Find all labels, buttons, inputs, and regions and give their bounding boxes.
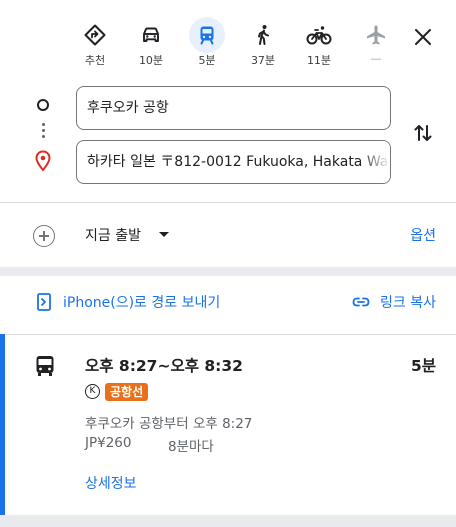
mode-drive[interactable]: 10분 (131, 20, 171, 70)
destination-pin-icon (34, 150, 52, 172)
route-times: 오후 8:27~오후 8:32 (85, 357, 243, 375)
transit-line-badge: 공항선 (105, 383, 149, 401)
send-to-phone-label: iPhone(으)로 경로 보내기 (63, 295, 221, 311)
mode-flight-label: — (370, 52, 382, 65)
departure-info: 후쿠오카 공항부터 오후 8:27 (85, 416, 253, 432)
route-dots-icon (42, 123, 45, 141)
depart-time-selector[interactable]: 지금 출발 (85, 225, 141, 245)
route-diamond-icon (82, 22, 108, 48)
details-link[interactable]: 상세정보 (85, 473, 137, 493)
swap-icon (414, 125, 432, 141)
send-to-phone-icon (37, 293, 51, 311)
mode-flight[interactable]: — (356, 20, 396, 70)
origin-circle-icon (37, 99, 49, 111)
dropdown-caret-icon (159, 232, 169, 237)
fare-text: JP¥260 (85, 435, 132, 451)
selected-route-indicator (0, 334, 5, 515)
mode-bike-label: 11분 (306, 54, 332, 67)
train-icon (194, 22, 220, 48)
frequency-text: 8분마다 (168, 439, 214, 455)
swap-button[interactable] (410, 120, 436, 146)
bike-icon (306, 22, 332, 48)
mode-bike[interactable]: 11분 (299, 20, 339, 70)
route-duration: 5분 (410, 357, 436, 375)
options-link[interactable]: 옵션 (410, 225, 436, 245)
car-icon (138, 22, 164, 48)
line-operator-badge: K (85, 384, 100, 399)
mode-walk-label: 37분 (250, 54, 276, 67)
send-to-phone-button[interactable]: iPhone(으)로 경로 보내기 (37, 292, 220, 312)
plane-icon (363, 22, 389, 48)
close-button[interactable] (410, 24, 436, 50)
section-separator (0, 267, 456, 276)
close-icon (415, 29, 431, 45)
section-separator (0, 515, 456, 527)
origin-input[interactable]: 후쿠오카 공항 (76, 86, 391, 130)
link-icon (352, 297, 370, 307)
walk-icon (250, 22, 276, 48)
mode-transit[interactable]: 5분 (187, 17, 227, 70)
divider (0, 202, 456, 203)
copy-link-button[interactable]: 링크 복사 (352, 292, 436, 312)
add-stop-button[interactable] (33, 225, 55, 247)
bus-icon (34, 354, 56, 378)
travel-mode-bar: 추천 10분 5분 37분 11분 — (0, 0, 456, 76)
mode-best-label: 추천 (84, 54, 106, 67)
destination-input[interactable]: 하카타 일본 〒812-0012 Fukuoka, Hakata Ward (76, 140, 391, 184)
mode-transit-label: 5분 (198, 54, 216, 67)
copy-link-label: 링크 복사 (380, 295, 436, 311)
mode-drive-label: 10분 (138, 54, 164, 67)
mode-walk[interactable]: 37분 (243, 20, 283, 70)
mode-best[interactable]: 추천 (75, 20, 115, 70)
